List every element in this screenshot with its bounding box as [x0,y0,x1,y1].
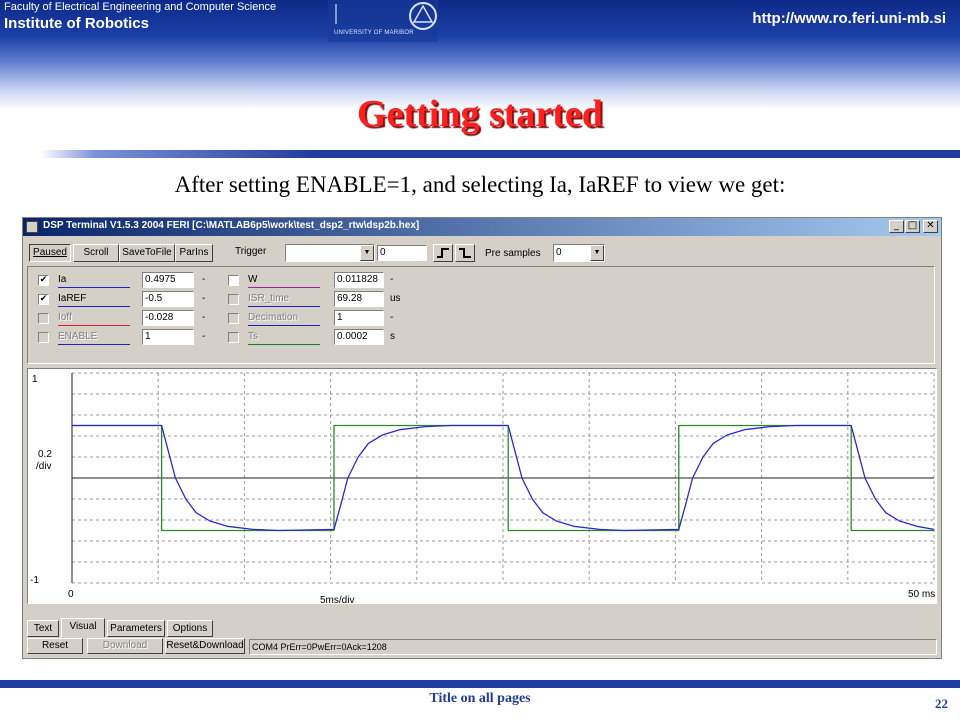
signal-checkbox-ts[interactable] [228,332,239,343]
signal-color-line [248,325,320,326]
signal-checkbox-isr-time[interactable] [228,294,239,305]
tab-options[interactable]: Options [167,620,213,637]
signal-unit: - [202,312,206,323]
pre-samples-value: 0 [556,247,562,258]
signal-color-line [58,287,130,288]
trigger-label: Trigger [235,246,267,257]
signal-checkbox-w[interactable] [228,275,239,286]
tab-visual[interactable]: Visual [61,618,105,637]
reset-download-button[interactable]: Reset&Download [165,638,245,654]
signal-checkbox-enable[interactable] [38,332,49,343]
x-axis-end-label: 50 ms [908,589,935,600]
signal-panel: ✔ Ia 0.4975 - ✔ IaREF -0.5 - Ioff -0.028… [27,266,935,364]
x-axis-start-label: 0 [68,589,74,600]
signal-color-line [248,306,320,307]
falling-edge-button[interactable] [455,244,475,262]
scroll-button[interactable]: Scroll [73,244,119,262]
signal-color-line [58,344,130,345]
signal-value[interactable]: 1 [142,329,194,345]
signal-checkbox-ia[interactable]: ✔ [38,275,49,286]
trigger-select[interactable]: ▼ [285,244,375,262]
signal-value[interactable]: -0.028 [142,310,194,326]
signal-checkbox-iaref[interactable]: ✔ [38,294,49,305]
signal-checkbox-ioff[interactable] [38,313,49,324]
app-icon [26,221,38,233]
signal-unit: - [390,274,394,285]
signal-unit: s [390,331,395,342]
y-axis-bottom-label: -1 [30,575,39,586]
signal-value[interactable]: 0.0002 [334,329,384,345]
signal-name: Ts [248,331,258,342]
y-axis-top-label: 1 [32,374,38,385]
chevron-down-icon[interactable]: ▼ [590,245,604,261]
signal-value[interactable]: 1 [334,310,384,326]
signal-unit: - [202,274,206,285]
params-button[interactable]: ParIns [175,244,213,262]
maximize-button[interactable]: □ [905,220,920,233]
rising-edge-button[interactable] [433,244,453,262]
scope-svg: 1 0.2 /div -1 0 5ms/div 50 ms [30,372,935,603]
signal-unit: - [202,293,206,304]
save-to-file-button[interactable]: SaveToFile [119,244,175,262]
signal-unit: us [390,293,401,304]
x-axis-scale-label: 5ms/div [320,595,354,603]
window-title: DSP Terminal V1.5.3 2004 FERI [C:\MATLAB… [43,220,420,231]
signal-value[interactable]: -0.5 [142,291,194,307]
signal-value[interactable]: 0.4975 [142,272,194,288]
signal-color-line [58,325,130,326]
minimize-button[interactable]: _ [889,220,904,233]
university-name: UNIVERSITY OF MARIBOR [334,30,414,36]
signal-color-line [58,306,130,307]
falling-edge-icon [459,248,471,258]
dsp-terminal-window: DSP Terminal V1.5.3 2004 FERI [C:\MATLAB… [22,217,942,659]
pre-samples-label: Pre samples [485,248,541,259]
signal-name: ENABLE [58,331,98,342]
signal-name: Decimation [248,312,299,323]
signal-unit: - [202,331,206,342]
signal-value[interactable]: 0.011828 [334,272,384,288]
scope-grid [71,372,935,584]
page-number: 22 [935,696,948,711]
footer-text: Title on all pages [429,691,531,706]
footer-bar [0,680,960,688]
signal-name: IaREF [58,293,87,304]
slide-title: Getting started [357,93,603,135]
title-divider [40,150,960,158]
signal-name: Ia [58,274,67,285]
institute-name: Institute of Robotics [4,15,149,32]
site-url[interactable]: http://www.ro.feri.uni-mb.si [752,10,946,27]
tab-parameters[interactable]: Parameters [107,620,165,637]
signal-name: Ioff [58,312,72,323]
chevron-down-icon[interactable]: ▼ [360,245,374,261]
download-button[interactable]: Download [87,638,163,654]
y-axis-scale-unit: /div [36,461,52,472]
signal-name: ISR_time [248,293,290,304]
faculty-name: Faculty of Electrical Engineering and Co… [4,1,277,13]
signal-color-line [248,344,320,345]
y-axis-scale-label: 0.2 [38,449,52,460]
status-bar: COM4 PrErr=0PwErr=0Ack=1208 [249,639,937,655]
signal-value[interactable]: 69.28 [334,291,384,307]
window-titlebar[interactable]: DSP Terminal V1.5.3 2004 FERI [C:\MATLAB… [23,218,941,236]
pre-samples-select[interactable]: 0 ▼ [553,244,605,262]
scope-plot[interactable]: 1 0.2 /div -1 0 5ms/div 50 ms [27,368,937,604]
signal-color-line [248,287,320,288]
trigger-level-input[interactable]: 0 [377,245,427,261]
close-button[interactable]: ✕ [923,220,938,233]
rising-edge-icon [437,248,449,258]
signal-name: W [248,274,258,285]
paused-button[interactable]: Paused [29,244,71,262]
signal-checkbox-decimation[interactable] [228,313,239,324]
signal-unit: - [390,312,394,323]
tab-text[interactable]: Text [27,620,59,637]
slide-subtitle: After setting ENABLE=1, and selecting Ia… [174,172,786,197]
reset-button[interactable]: Reset [27,638,83,654]
